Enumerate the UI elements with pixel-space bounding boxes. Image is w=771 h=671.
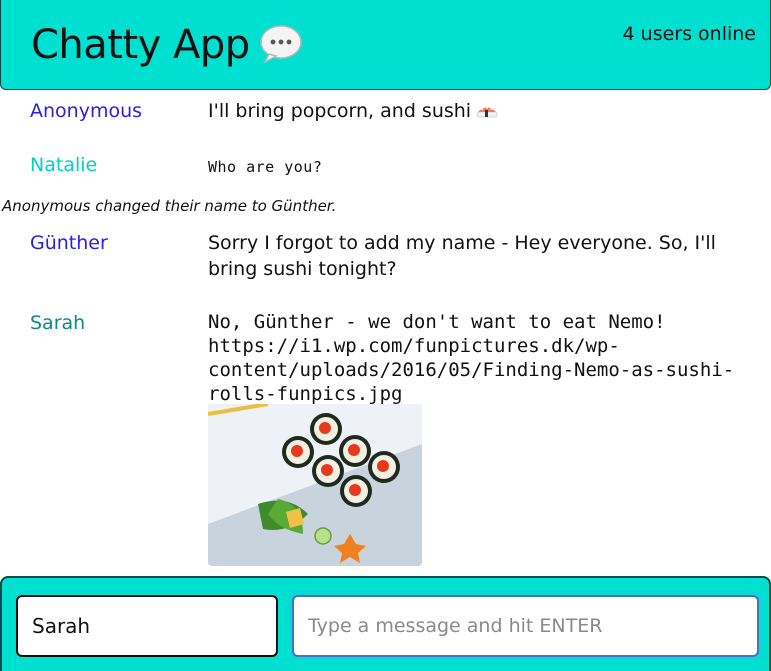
chat-bar	[0, 576, 771, 671]
system-notification: Anonymous changed their name to Günther.	[2, 197, 337, 215]
message-item: Anonymous I'll bring popcorn, and sushi	[0, 98, 771, 132]
sushi-icon	[476, 104, 498, 118]
message-content-wrap: I'll bring popcorn, and sushi	[208, 98, 728, 124]
message-item: Natalie Who are you?	[0, 152, 771, 182]
speech-bubble-icon	[260, 25, 302, 64]
sushi-rolls-photo	[208, 404, 422, 566]
message-username: Sarah	[30, 312, 86, 334]
message-item: Sarah No, Günther - we don't want to eat…	[0, 310, 771, 406]
message-username: Günther	[30, 232, 108, 254]
message-content: Who are you?	[208, 158, 323, 176]
users-online-count: 4 users online	[622, 23, 756, 45]
message-content: I'll bring popcorn, and sushi	[208, 100, 472, 122]
username-input[interactable]	[16, 595, 278, 657]
message-item: Günther Sorry I forgot to add my name - …	[0, 230, 771, 286]
message-username: Anonymous	[30, 100, 143, 122]
message-content: Sorry I forgot to add my name - Hey ever…	[208, 232, 716, 280]
message-username: Natalie	[30, 154, 98, 176]
navbar: Chatty App 4 users online	[0, 0, 771, 90]
app-title: Chatty App	[31, 22, 250, 68]
message-input[interactable]	[292, 595, 759, 657]
message-content: No, Günther - we don't want to eat Nemo!…	[208, 311, 735, 405]
